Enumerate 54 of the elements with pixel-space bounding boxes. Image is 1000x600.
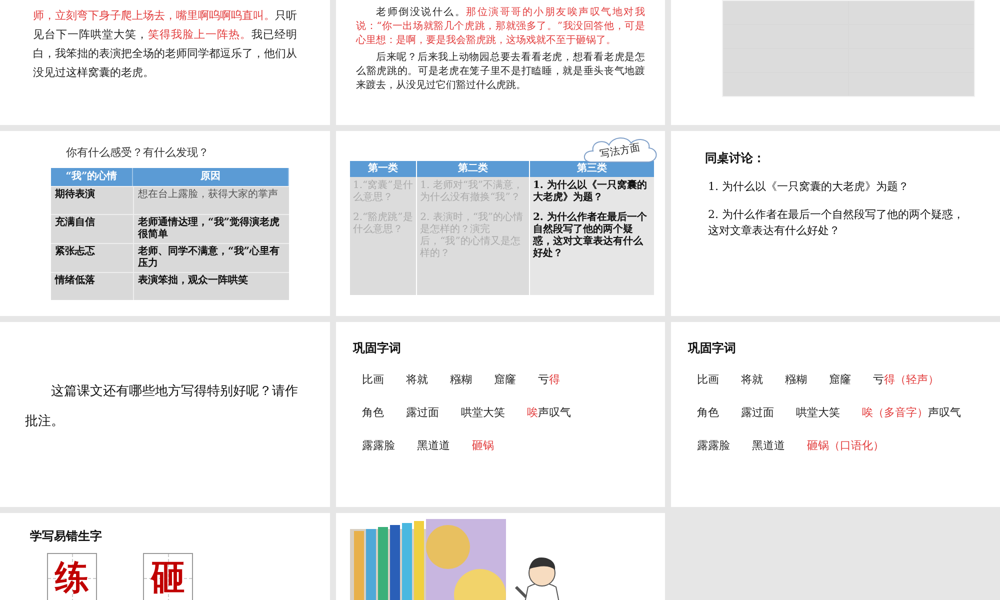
table-cell: 表演笨拙，观众一阵哄笑 <box>133 272 289 300</box>
practice-character: 砸 <box>151 561 185 595</box>
column-header: 第三类 <box>530 161 654 177</box>
slide-question: 你有什么感受？有什么发现？ <box>66 145 210 161</box>
vocabulary-word: 砸锅（口语化） <box>807 438 884 454</box>
vocabulary-word: 窟窿 <box>829 372 851 388</box>
vocabulary-word: 露过面 <box>741 405 774 421</box>
discussion-question: 1. 为什么以《一只窝囊的大老虎》为题？ <box>707 179 910 195</box>
table-cell-text: 紧张忐忑 <box>54 244 96 258</box>
vocabulary-word: 将就 <box>741 372 763 388</box>
table-cell-text: 情绪低落 <box>54 274 96 288</box>
slide-thumbnail[interactable]: 同桌讨论： 1. 为什么以《一只窝囊的大老虎》为题？ 2. 为什么作者在最后一个自然段写了他的两个疑惑，这对文章表达有什么好处？ <box>671 131 1000 316</box>
slide-thumbnail[interactable]: 老师倒没说什么。那位演哥哥的小朋友唉声叹气地对我说：“你一出场就豁几个虎跳，那就强多了。”我没回答他，可是心里想：是啊，要是我会豁虎跳，这场戏就不至于砸锅了。 后来呢？后来我上动物园总要去看看老虎，想看看老虎是怎么豁虎跳的。可是老虎在笼子里不是打瞌睡，就是垂头丧气地踱来踱去，从没见过它们豁过什么虎跳。 <box>336 0 665 125</box>
prompt-text: 这篇课文还有哪些地方写得特别好呢？请作批注。 <box>25 383 299 431</box>
slide-thumbnail[interactable]: 巩固字词 比画 将就 糨糊 窟窿 亏得 角色 露过面 哄堂大笑 唉声叹气 露露脸 黑道道 砸锅 <box>336 322 665 507</box>
body-paragraph: 老师倒没说什么。那位演哥哥的小朋友唉声叹气地对我说：“你一出场就豁几个虎跳，那就强多了。”我没回答他，可是心里想：是啊，要是我会豁虎跳，这场戏就不至于砸锅了。 <box>356 6 645 48</box>
slide-thumbnail[interactable]: 巩固字词 比画 将就 糨糊 窟窿 亏得（轻声） 角色 露过面 哄堂大笑 唉（多音字）声叹气 露露脸 黑道道 砸锅（口语化） <box>671 322 1000 507</box>
vocabulary-word: 露过面 <box>406 405 439 421</box>
vocabulary-word: 哄堂大笑 <box>796 405 840 421</box>
vocabulary-word: 角色 <box>697 405 719 421</box>
table-cell-text: 期待表演 <box>54 188 96 202</box>
vocabulary-word: 将就 <box>406 372 428 388</box>
table-cell-text: 充满自信 <box>54 215 96 230</box>
vocabulary-word: 唉声叹气 <box>527 405 571 421</box>
vocabulary-word: 比画 <box>362 372 384 388</box>
slide-title: 同桌讨论： <box>705 150 766 167</box>
column-header: 第一类 <box>350 161 416 177</box>
slide-title: 巩固字词 <box>688 340 737 357</box>
slide-thumbnail[interactable]: 这篇课文还有哪些地方写得特别好呢？请作批注。 <box>0 322 330 507</box>
slide-title: 巩固字词 <box>353 340 402 357</box>
table-cell: 1. 为什么以《一只窝囊的大老虎》为题？ 2. 为什么作者在最后一个自然段写了他的两个疑惑，这对文章表达有什么好处？ <box>530 177 654 295</box>
vocabulary-word: 露露脸 <box>697 438 730 454</box>
vocabulary-word: 亏得 <box>538 372 560 388</box>
vocabulary-word: 比画 <box>697 372 719 388</box>
vocabulary-word: 哄堂大笑 <box>461 405 505 421</box>
vocabulary-word: 唉（多音字）声叹气 <box>862 405 961 421</box>
practice-character: 练 <box>55 561 89 595</box>
vocabulary-word: 黑道道 <box>417 438 450 454</box>
vocabulary-word: 黑道道 <box>752 438 785 454</box>
vocabulary-word: 糨糊 <box>785 372 807 388</box>
vocabulary-word: 砸锅 <box>472 438 494 454</box>
slide-title: 学写易错生字 <box>30 528 103 545</box>
body-paragraph: 后来呢？后来我上动物园总要去看看老虎，想看看老虎是怎么豁虎跳的。可是老虎在笼子里不是打瞌睡，就是垂头丧气地踱来踱去，从没见过它们豁过什么虎跳。 <box>356 51 645 93</box>
vocabulary-word: 亏得（轻声） <box>873 372 939 388</box>
body-paragraph: 师，立刻弯下身子爬上场去，嘴里啊呜啊呜直叫。只听见台下一阵哄堂大笑，笑得我脸上一阵热。我已经明白，我笨拙的表演把全场的老师同学都逗乐了，他们从没见过这样窝囊的老虎。 <box>33 8 297 81</box>
vocabulary-word: 窟窿 <box>494 372 516 388</box>
discussion-question: 2. 为什么作者在最后一个自然段写了他的两个疑惑，这对文章表达有什么好处？ <box>707 207 965 239</box>
slide-thumbnail[interactable]: 学写易错生字 练 砸 <box>0 513 330 600</box>
vocabulary-word: 角色 <box>362 405 384 421</box>
vocabulary-word: 糨糊 <box>450 372 472 388</box>
column-header: 第二类 <box>417 161 529 177</box>
vocabulary-word: 露露脸 <box>362 438 395 454</box>
slide-thumbnail[interactable]: 师，立刻弯下身子爬上场去，嘴里啊呜啊呜直叫。只听见台下一阵哄堂大笑，笑得我脸上一阵热。我已经明白，我笨拙的表演把全场的老师同学都逗乐了，他们从没见过这样窝囊的老虎。 <box>0 0 330 125</box>
slide-thumbnail[interactable]: 你有什么感受？有什么发现？ “我”的心情 原因 期待表演 想在台上露脸，获得大家的掌声 充满自信 老师通情达理，“我”觉得演老虎很简单 紧张忐忑 老师、同学不满意，“我”心里有压力 情绪低落 表演笨拙，观众一阵哄笑 <box>0 131 330 316</box>
